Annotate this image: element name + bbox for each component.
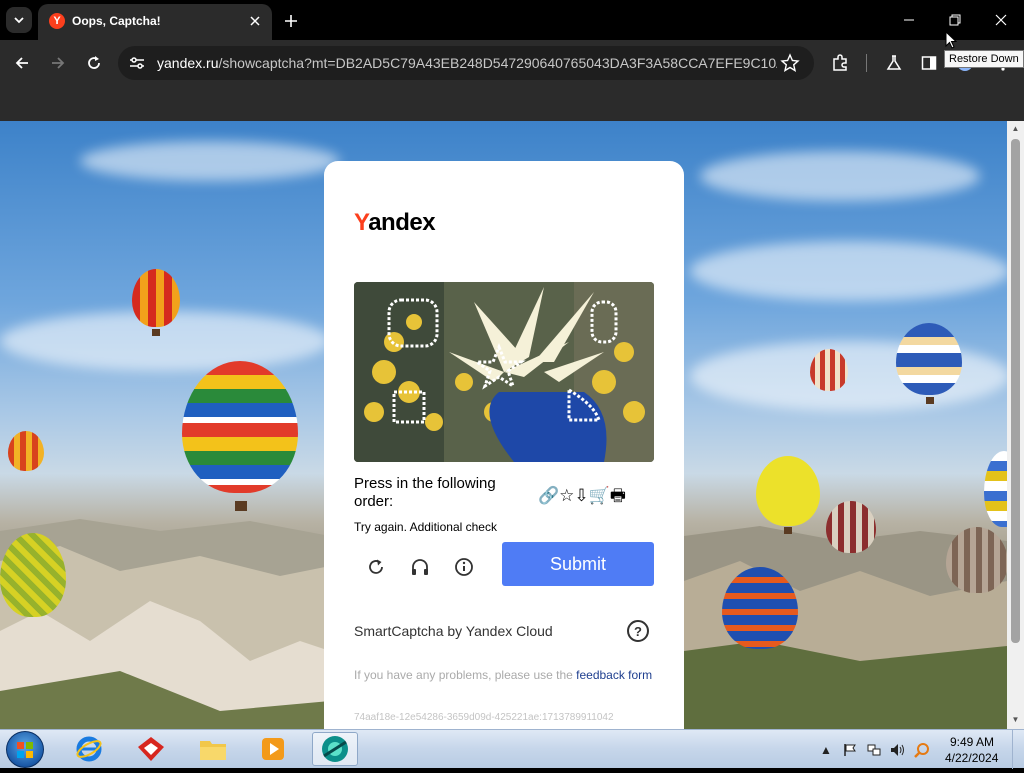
internet-explorer-icon <box>76 736 102 762</box>
tab-active[interactable]: Y Oops, Captcha! <box>38 4 272 40</box>
action-center-flag-icon[interactable] <box>842 742 858 758</box>
close-icon <box>250 16 260 26</box>
close-icon <box>995 14 1007 26</box>
audio-captcha-button[interactable] <box>404 551 436 583</box>
toolbar-divider <box>866 54 867 72</box>
network-icon <box>867 744 881 756</box>
red-app-icon <box>138 737 164 761</box>
refresh-icon <box>369 559 383 574</box>
search-icon <box>914 743 929 758</box>
taskbar-app-red[interactable] <box>128 732 174 766</box>
browser-toolbar: yandex.ru/showcaptcha?mt=DB2AD5C79A43EB2… <box>0 40 1024 86</box>
feedback-form-link[interactable]: feedback form <box>576 668 652 682</box>
puzzle-icon <box>833 54 847 71</box>
flag-icon <box>844 744 856 756</box>
reload-button[interactable] <box>81 50 107 76</box>
info-icon <box>455 558 473 576</box>
headphones-icon <box>412 559 428 575</box>
start-button[interactable] <box>6 731 44 768</box>
logo-first-letter: Y <box>354 209 369 236</box>
restore-icon <box>949 14 961 26</box>
side-panel-button[interactable] <box>916 50 942 76</box>
arrow-right-icon <box>52 57 65 69</box>
captcha-prompt: Press in the following order: <box>354 475 496 510</box>
url-path: /showcaptcha?mt=DB2AD5C79A43EB248D547290… <box>218 55 777 71</box>
captcha-image[interactable] <box>354 282 654 462</box>
tab-search-button[interactable] <box>6 7 32 33</box>
captcha-order-icons: 🔗☆⇩🛒🖶 <box>538 486 626 505</box>
minimize-icon <box>904 19 914 21</box>
feedback-text: If you have any problems, please use the… <box>354 667 654 683</box>
tab-close-button[interactable] <box>246 12 264 30</box>
labs-button[interactable] <box>881 50 907 76</box>
show-desktop-button[interactable] <box>1012 730 1024 769</box>
reload-icon <box>88 56 100 69</box>
refresh-captcha-button[interactable] <box>360 551 392 583</box>
tab-bar: Y Oops, Captcha! <box>0 0 1024 40</box>
network-icon[interactable] <box>866 742 882 758</box>
logo-rest: andex <box>368 209 436 236</box>
media-player-icon <box>262 738 284 760</box>
side-panel-icon <box>921 56 937 70</box>
bookmark-star-icon[interactable] <box>780 53 800 73</box>
smartcaptcha-brand: SmartCaptcha by Yandex Cloud <box>354 623 553 639</box>
address-bar[interactable]: yandex.ru/showcaptcha?mt=DB2AD5C79A43EB2… <box>118 46 814 80</box>
plus-icon <box>285 15 297 27</box>
taskbar-file-explorer[interactable] <box>190 732 236 766</box>
clock-date[interactable]: 4/22/2024 <box>945 751 998 765</box>
captcha-card: Yandex Press in the following order: 🔗☆⇩… <box>324 161 684 729</box>
yandex-logo: Yandex <box>354 209 436 237</box>
yandex-favicon-icon: Y <box>49 13 65 29</box>
windows-taskbar: ▲ 9:49 AM 4/22/2024 <box>0 729 1024 769</box>
windows-logo-icon <box>17 742 33 758</box>
chevron-down-icon <box>14 17 24 24</box>
site-info-icon[interactable] <box>128 54 146 72</box>
tooltip-restore-down: Restore Down <box>944 50 1024 68</box>
clock-time[interactable]: 9:49 AM <box>950 735 994 749</box>
folder-icon <box>200 741 226 760</box>
flask-icon <box>886 55 902 70</box>
taskbar-browser-active[interactable] <box>312 732 358 766</box>
forward-button[interactable] <box>45 50 71 76</box>
minimize-button[interactable] <box>896 8 922 32</box>
scroll-down-arrow-icon[interactable]: ▼ <box>1011 715 1020 724</box>
scroll-up-arrow-icon[interactable]: ▲ <box>1011 124 1020 133</box>
captcha-flower-picture <box>354 282 654 462</box>
show-hidden-icons-icon[interactable]: ▲ <box>818 742 834 758</box>
info-button[interactable] <box>448 551 480 583</box>
speaker-icon <box>891 744 904 756</box>
scrollbar-thumb[interactable] <box>1011 139 1020 643</box>
taskbar-media-player[interactable] <box>250 732 296 766</box>
captcha-error-text: Try again. Additional check <box>354 520 497 534</box>
arrow-left-icon <box>15 57 28 69</box>
back-button[interactable] <box>9 50 35 76</box>
restore-down-button[interactable] <box>942 8 968 32</box>
vertical-scrollbar[interactable]: ▲ ▼ <box>1007 121 1024 729</box>
volume-icon[interactable] <box>890 742 906 758</box>
close-window-button[interactable] <box>988 8 1014 32</box>
feedback-prefix: If you have any problems, please use the <box>354 668 577 682</box>
browser-icon <box>322 736 348 762</box>
mouse-cursor-icon <box>945 31 957 49</box>
request-id: 74aaf18e-12e54286-3659d09d-425221ae:1713… <box>354 712 614 723</box>
taskbar-internet-explorer[interactable] <box>66 732 112 766</box>
tab-title: Oops, Captcha! <box>72 14 161 28</box>
page-viewport: Yandex Press in the following order: 🔗☆⇩… <box>0 121 1024 729</box>
url-text[interactable]: yandex.ru/showcaptcha?mt=DB2AD5C79A43EB2… <box>157 55 777 71</box>
url-host: yandex.ru <box>157 55 219 71</box>
new-tab-button[interactable] <box>280 10 302 32</box>
help-icon[interactable]: ? <box>627 620 649 642</box>
submit-button[interactable]: Submit <box>502 542 654 586</box>
toolbar-spacer <box>0 86 1024 121</box>
search-tray-icon[interactable] <box>914 742 930 758</box>
extensions-button[interactable] <box>827 50 853 76</box>
